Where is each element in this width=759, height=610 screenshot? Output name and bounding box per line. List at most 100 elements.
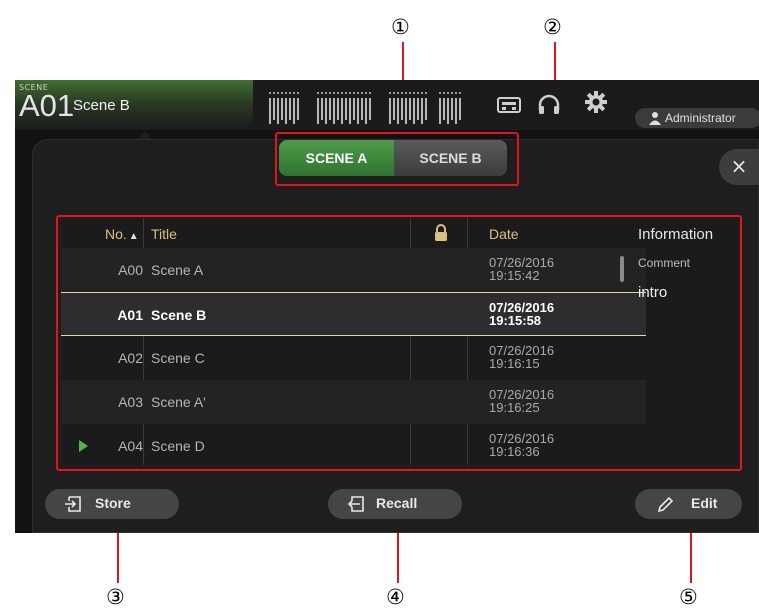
store-label: Store (95, 495, 131, 511)
scene-number: A01 (19, 88, 75, 123)
meter-segment (321, 98, 323, 120)
meter-peak (349, 92, 351, 94)
meter-segment (329, 98, 331, 120)
meter-peak (321, 92, 323, 94)
meter-peak (297, 92, 299, 94)
meter-peak (425, 92, 427, 94)
callout-5: ⑤ (679, 585, 698, 609)
meter-peak (421, 92, 423, 94)
meter-segment (413, 98, 415, 124)
meter-segment (285, 98, 287, 124)
meter-segment (405, 98, 407, 124)
meter-segment (289, 98, 291, 120)
meter-peak (443, 92, 445, 94)
user-button[interactable]: Administrator (635, 108, 759, 128)
meter-peak (397, 92, 399, 94)
meter-segment (417, 98, 419, 120)
edit-button[interactable]: Edit (635, 489, 742, 519)
meter-peak (459, 92, 461, 94)
meter-peak (277, 92, 279, 94)
meter-peak (285, 92, 287, 94)
meter-segment (297, 98, 299, 120)
meter-segment (349, 98, 351, 124)
meter-peak (401, 92, 403, 94)
meter-segment (273, 98, 275, 120)
meter-peak (341, 92, 343, 94)
meter-segment (269, 98, 271, 124)
meter-peak (455, 92, 457, 94)
pencil-icon (657, 496, 675, 513)
meter-segment (293, 98, 295, 124)
meter-segment (357, 98, 359, 124)
meter-peak (337, 92, 339, 94)
meter-segment (325, 98, 327, 124)
callout-2: ② (543, 15, 562, 39)
meter-segment (459, 98, 461, 120)
callout-4: ④ (386, 585, 405, 609)
store-icon (65, 496, 83, 512)
recorder-icon[interactable] (496, 93, 522, 117)
meter-segment (401, 98, 403, 120)
close-button[interactable]: × (719, 149, 759, 185)
meter-segment (397, 98, 399, 124)
meter-peak (409, 92, 411, 94)
meter-segment (393, 98, 395, 120)
meter-peak (333, 92, 335, 94)
recall-icon (347, 496, 366, 512)
meter-peak (357, 92, 359, 94)
headphones-icon[interactable] (536, 93, 562, 117)
meter-segment (455, 98, 457, 124)
meter-peak (329, 92, 331, 94)
meter-segment (451, 98, 453, 120)
scene-name: Scene B (73, 97, 130, 114)
meter-segment (345, 98, 347, 120)
meter-peak (389, 92, 391, 94)
callout-1: ① (391, 15, 410, 39)
meter-peak (405, 92, 407, 94)
meter-segment (369, 98, 371, 120)
meter-peak (369, 92, 371, 94)
level-meters[interactable] (269, 86, 475, 128)
store-button[interactable]: Store (45, 489, 179, 519)
gear-icon[interactable] (583, 90, 609, 114)
recall-label: Recall (376, 495, 418, 511)
meter-segment (353, 98, 355, 120)
meter-peak (345, 92, 347, 94)
meter-peak (281, 92, 283, 94)
meter-segment (337, 98, 339, 120)
meter-peak (293, 92, 295, 94)
callout-box-scene-list (56, 215, 742, 471)
user-icon (649, 111, 661, 125)
meter-segment (439, 98, 441, 124)
meter-segment (341, 98, 343, 124)
meter-segment (281, 98, 283, 120)
user-label: Administrator (665, 111, 736, 125)
callout-box-scene-switch (275, 132, 519, 186)
meter-peak (439, 92, 441, 94)
meter-segment (421, 98, 423, 124)
meter-segment (365, 98, 367, 124)
meter-peak (269, 92, 271, 94)
meter-peak (325, 92, 327, 94)
meter-peak (353, 92, 355, 94)
meter-segment (389, 98, 391, 124)
meter-segment (409, 98, 411, 120)
meter-peak (273, 92, 275, 94)
meter-peak (451, 92, 453, 94)
meter-peak (289, 92, 291, 94)
meter-segment (425, 98, 427, 120)
recall-button[interactable]: Recall (328, 489, 462, 519)
meter-peak (317, 92, 319, 94)
meter-peak (393, 92, 395, 94)
meter-segment (333, 98, 335, 124)
callout-3: ③ (106, 585, 125, 609)
meter-segment (317, 98, 319, 124)
meter-segment (361, 98, 363, 120)
meter-peak (365, 92, 367, 94)
meter-segment (277, 98, 279, 124)
meter-peak (361, 92, 363, 94)
meter-segment (447, 98, 449, 124)
meter-segment (443, 98, 445, 120)
meter-peak (413, 92, 415, 94)
meter-peak (447, 92, 449, 94)
